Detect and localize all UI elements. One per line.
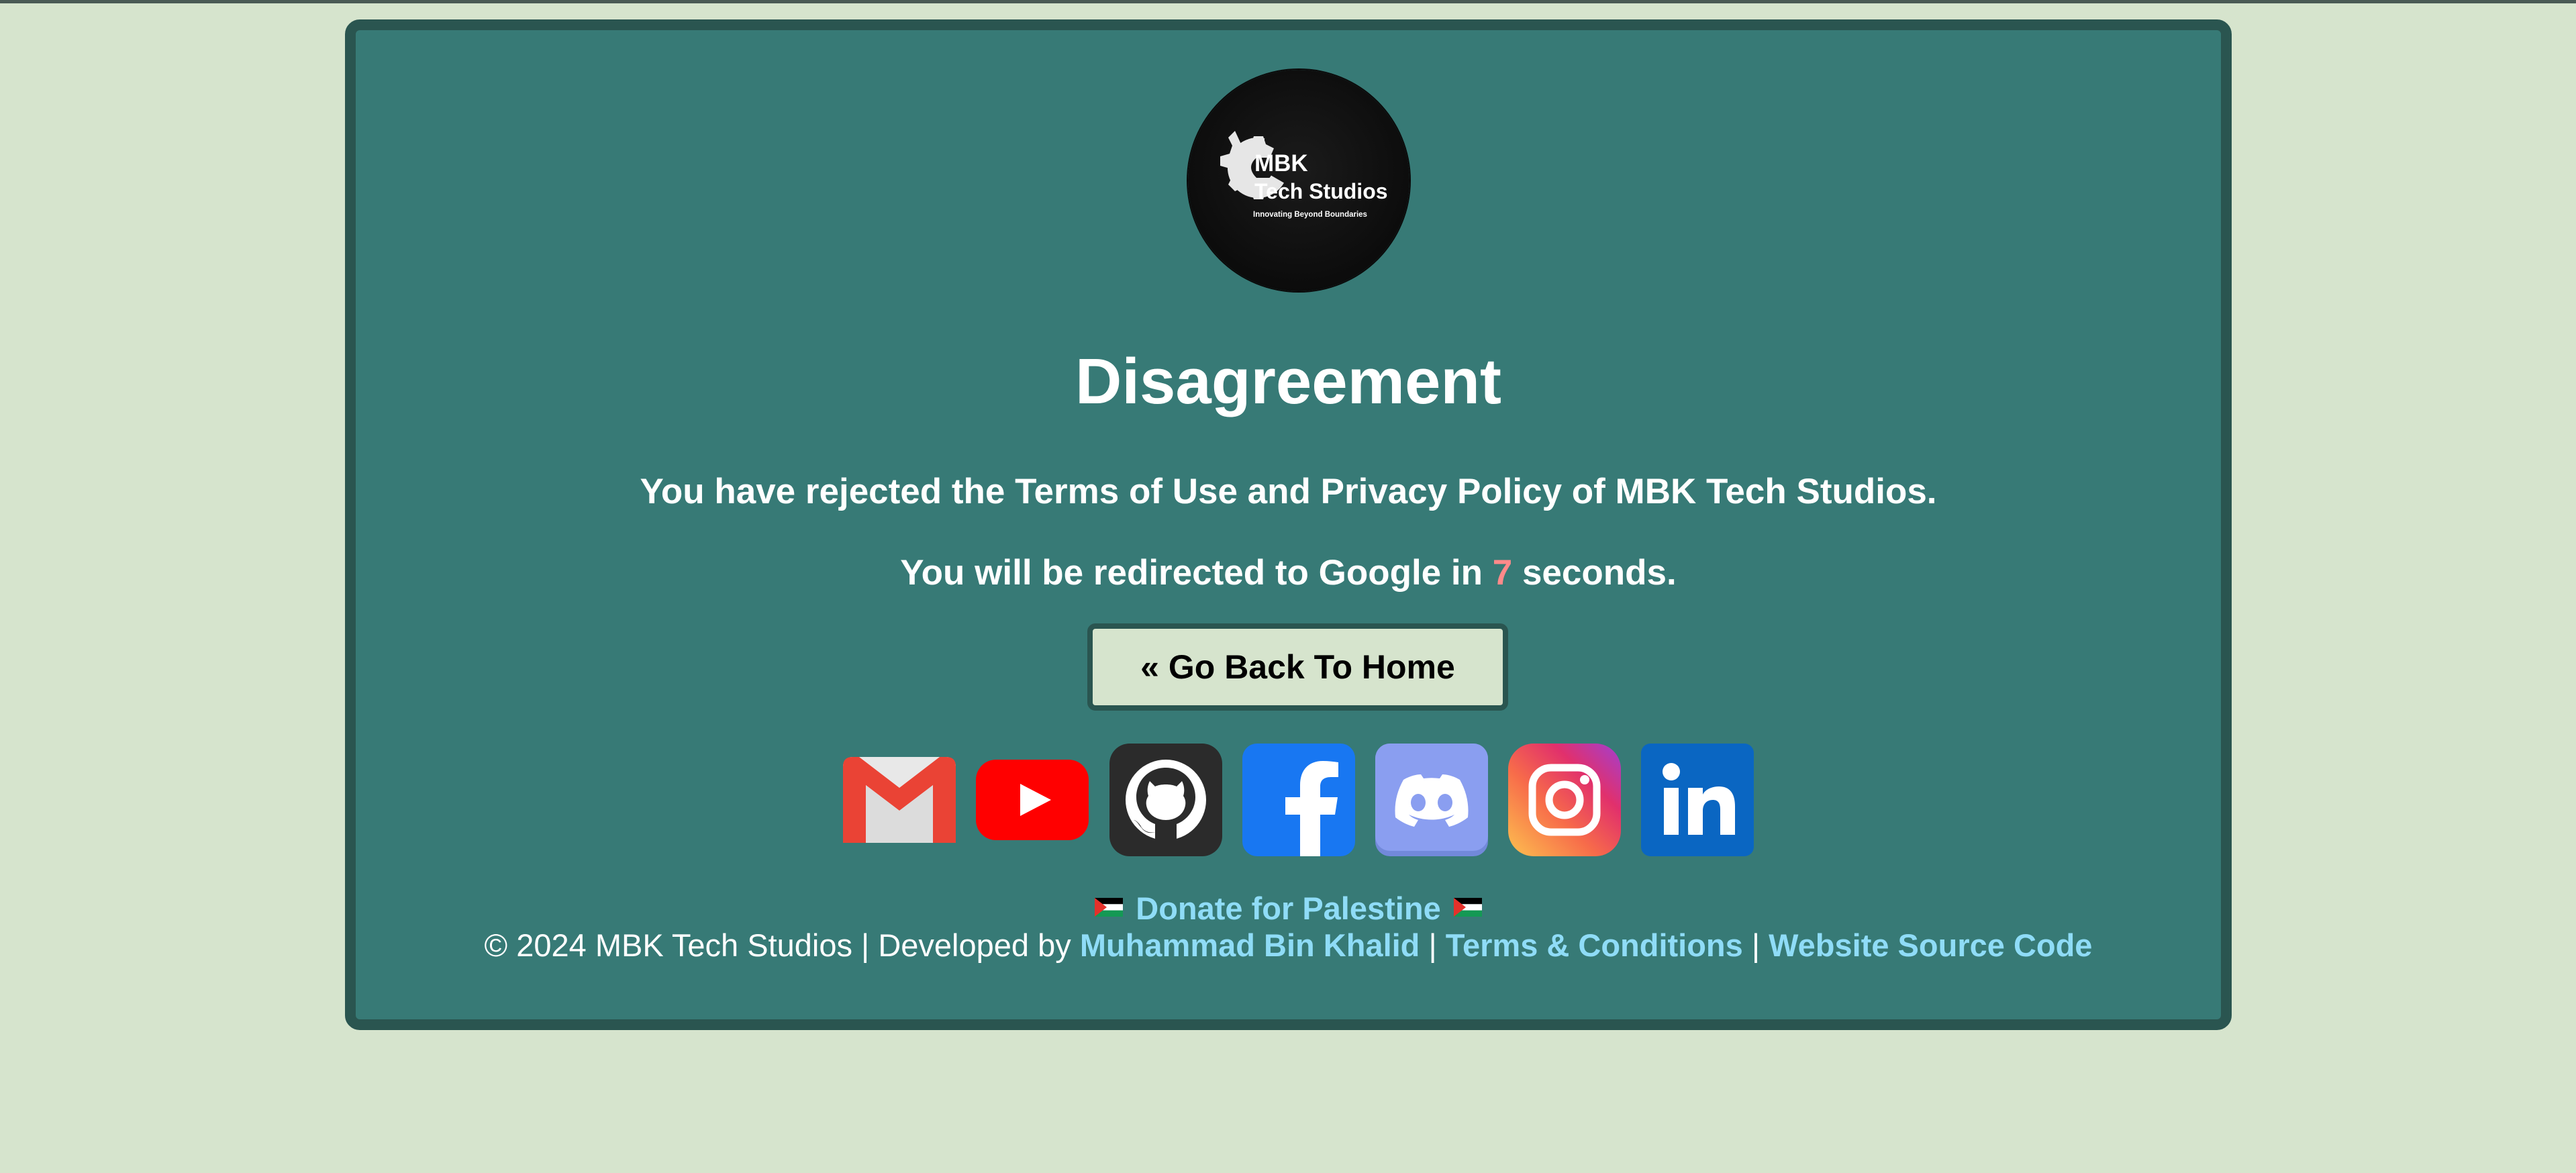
instagram-icon[interactable] [1508,744,1621,856]
redirect-message: You will be redirected to Google in 7 se… [356,555,2221,591]
developer-link[interactable]: Muhammad Bin Khalid [1080,927,1420,963]
mbk-logo: MBK Tech Studios Innovating Beyond Bound… [1188,70,1409,291]
redirect-text-before: You will be redirected to Google in [900,553,1483,593]
discord-icon[interactable] [1375,744,1488,856]
footer: © 2024 MBK Tech Studios | Developed by M… [356,929,2221,961]
logo-tagline: Innovating Beyond Boundaries [1253,211,1367,219]
footer-separator: | [1751,927,1761,963]
terms-link[interactable]: Terms & Conditions [1446,927,1743,963]
logo-subtitle: Tech Studios [1254,179,1388,203]
redirect-text-after: seconds. [1522,553,1677,593]
github-icon[interactable] [1109,744,1222,856]
rejection-message: You have rejected the Terms of Use and P… [640,472,1937,511]
donate-label: Donate for Palestine [1136,890,1441,926]
top-border-line [0,0,2576,3]
linkedin-icon[interactable] [1641,744,1754,856]
page-title: Disagreement [1075,346,1501,417]
countdown-number: 7 [1492,553,1513,593]
source-code-link[interactable]: Website Source Code [1769,927,2092,963]
palestine-flag-icon [1453,898,1482,917]
logo-title: MBK [1254,150,1308,176]
gmail-icon[interactable] [843,744,956,856]
youtube-icon[interactable] [976,744,1089,856]
donate-link[interactable]: Donate for Palestine [356,892,2221,924]
facebook-icon[interactable] [1242,744,1355,856]
copyright-text: © 2024 MBK Tech Studios | Developed by [484,927,1071,963]
disagreement-card: MBK Tech Studios Innovating Beyond Bound… [345,19,2232,1030]
go-back-home-button[interactable]: « Go Back To Home [1087,623,1508,711]
palestine-flag-icon [1095,898,1124,917]
footer-separator: | [1428,927,1437,963]
